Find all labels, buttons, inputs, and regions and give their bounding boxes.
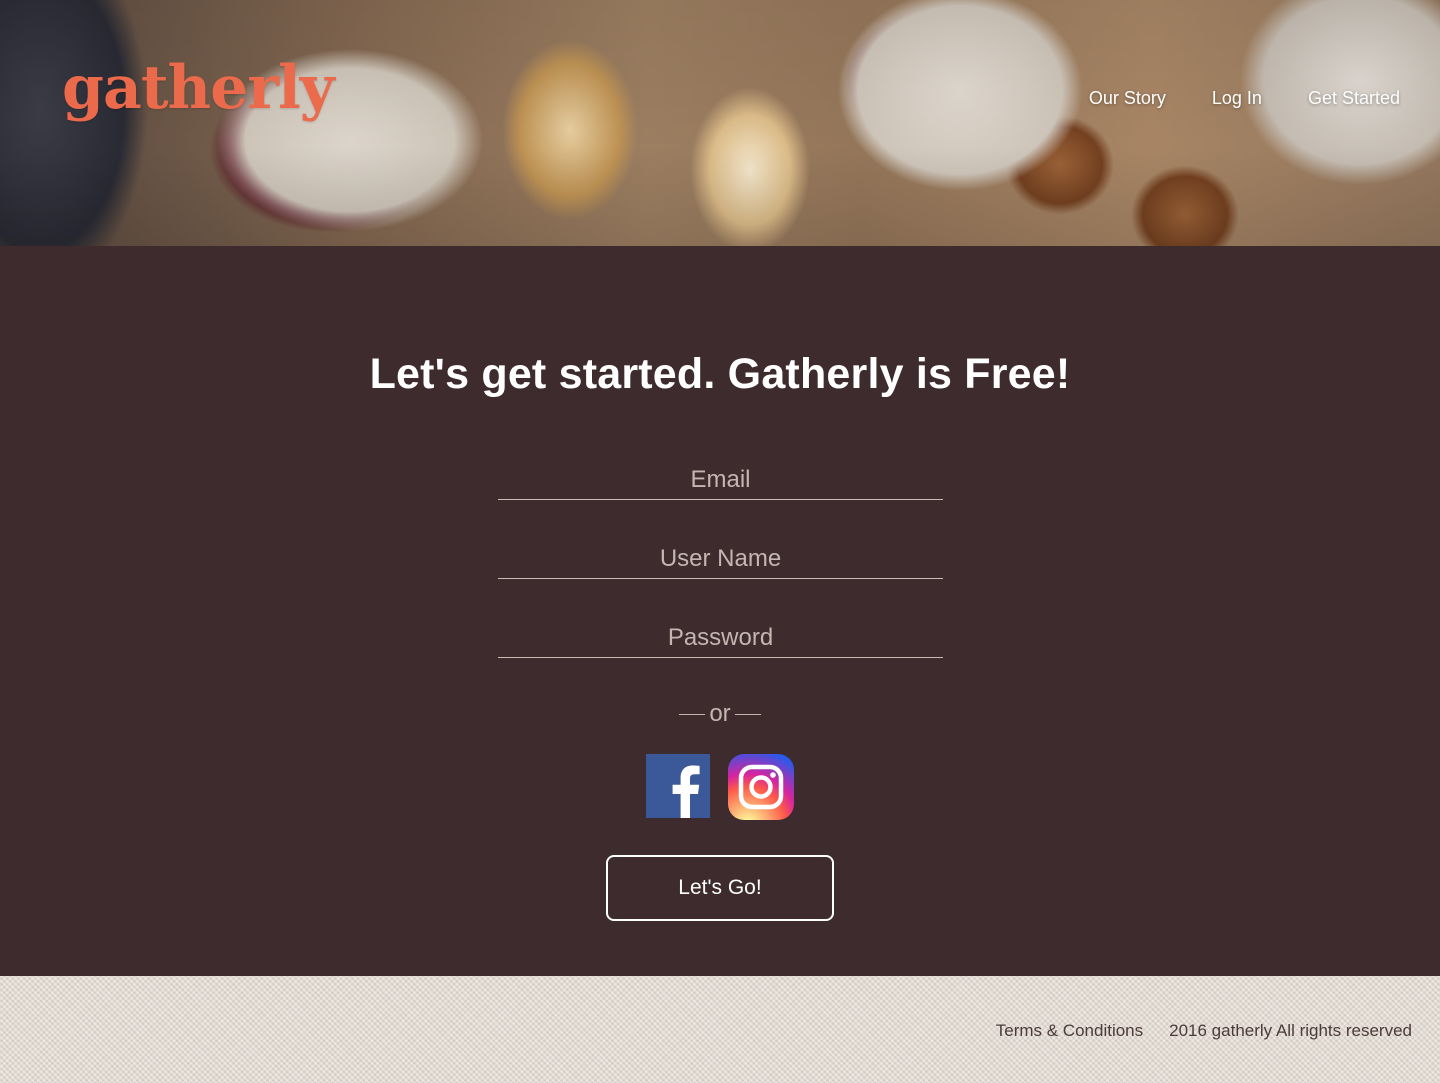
username-field[interactable] xyxy=(498,533,943,578)
or-divider: or xyxy=(0,700,1440,728)
hero-banner: gatherly Our Story Log In Get Started xyxy=(0,0,1440,246)
password-field-wrapper xyxy=(498,612,943,658)
username-field-wrapper xyxy=(498,533,943,579)
signup-panel: Let's get started. Gatherly is Free! or … xyxy=(0,246,1440,976)
nav-get-started[interactable]: Get Started xyxy=(1308,88,1400,109)
nav-log-in[interactable]: Log In xyxy=(1212,88,1262,109)
nav-our-story[interactable]: Our Story xyxy=(1089,88,1166,109)
footer-links: Terms & Conditions 2016 gatherly All rig… xyxy=(996,1021,1412,1041)
lets-go-button[interactable]: Let's Go! xyxy=(606,855,834,921)
logo[interactable]: gatherly xyxy=(62,58,335,118)
password-field[interactable] xyxy=(498,612,943,657)
social-login xyxy=(646,754,794,820)
terms-link[interactable]: Terms & Conditions xyxy=(996,1021,1143,1041)
footer: Terms & Conditions 2016 gatherly All rig… xyxy=(0,976,1440,1083)
instagram-glyph xyxy=(738,764,784,810)
facebook-icon[interactable] xyxy=(646,754,710,818)
email-field[interactable] xyxy=(498,454,943,499)
email-field-wrapper xyxy=(498,454,943,500)
or-text: or xyxy=(709,700,731,727)
main-nav: Our Story Log In Get Started xyxy=(1089,88,1400,109)
instagram-icon[interactable] xyxy=(728,754,794,820)
divider-line-left xyxy=(679,713,706,715)
divider-line-right xyxy=(734,713,761,715)
copyright-text: 2016 gatherly All rights reserved xyxy=(1169,1021,1412,1040)
page-title: Let's get started. Gatherly is Free! xyxy=(369,350,1071,398)
facebook-glyph xyxy=(646,754,710,818)
